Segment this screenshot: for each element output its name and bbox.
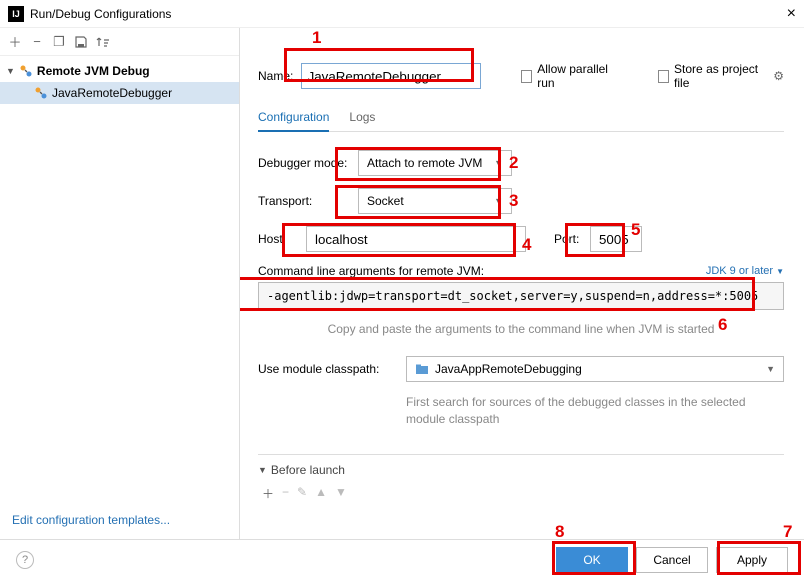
remove-icon: −	[282, 485, 289, 502]
tree-node-remote-jvm[interactable]: ▼ Remote JVM Debug	[0, 60, 239, 82]
gear-icon[interactable]: ⚙	[773, 69, 784, 83]
module-folder-icon	[415, 362, 429, 376]
debugger-mode-value: Attach to remote JVM	[367, 156, 482, 170]
transport-value: Socket	[367, 194, 404, 208]
help-icon[interactable]: ?	[16, 551, 34, 569]
tree-node-java-remote-debugger[interactable]: JavaRemoteDebugger	[0, 82, 239, 104]
name-label: Name:	[258, 69, 301, 83]
before-launch-label: Before launch	[271, 463, 345, 477]
module-classpath-value: JavaAppRemoteDebugging	[435, 362, 582, 376]
chevron-down-icon: ▼	[776, 267, 784, 276]
before-launch-toolbar: ＋ − ✎ ▲ ▼	[258, 481, 784, 506]
up-icon: ▲	[315, 485, 327, 502]
tree-node-label: Remote JVM Debug	[37, 64, 150, 78]
edit-icon: ✎	[297, 485, 307, 502]
config-tree: ▼ Remote JVM Debug JavaRemoteDebugger	[0, 56, 239, 501]
main-panel: Name: Allow parallel run Store as projec…	[240, 28, 804, 539]
expand-icon[interactable]: ▼	[6, 66, 15, 76]
cmdline-field[interactable]: -agentlib:jdwp=transport=dt_socket,serve…	[258, 282, 784, 310]
copy-icon[interactable]: ❐	[52, 35, 66, 49]
tab-configuration[interactable]: Configuration	[258, 104, 329, 132]
tab-logs[interactable]: Logs	[349, 104, 375, 131]
apply-button[interactable]: Apply	[716, 547, 788, 573]
cmdline-label: Command line arguments for remote JVM:	[258, 264, 484, 278]
chevron-down-icon: ▼	[766, 364, 775, 374]
remote-jvm-icon	[19, 64, 33, 78]
host-label: Host:	[258, 232, 306, 246]
chevron-down-icon: ▼	[494, 158, 503, 168]
save-icon[interactable]	[74, 35, 88, 49]
remove-icon[interactable]: −	[30, 35, 44, 49]
add-icon[interactable]: ＋	[262, 485, 274, 502]
annotation-num-1: 1	[312, 28, 321, 48]
port-input[interactable]	[590, 226, 642, 252]
app-icon: IJ	[8, 6, 24, 22]
tabs: Configuration Logs	[258, 104, 784, 132]
transport-select[interactable]: Socket ▼	[358, 188, 512, 214]
tree-node-label: JavaRemoteDebugger	[52, 86, 172, 100]
transport-label: Transport:	[258, 194, 358, 208]
sidebar: ＋ − ❐ ▼ Remote JVM Debug Java	[0, 28, 240, 539]
sidebar-toolbar: ＋ − ❐	[0, 28, 239, 56]
allow-parallel-label: Allow parallel run	[537, 62, 617, 90]
edit-templates-link[interactable]: Edit configuration templates...	[0, 501, 239, 539]
store-as-file-label: Store as project file	[674, 62, 762, 90]
host-input[interactable]	[306, 226, 526, 252]
divider	[258, 454, 784, 455]
window-title: Run/Debug Configurations	[30, 7, 787, 21]
jdk-version-select[interactable]: JDK 9 or later ▼	[706, 265, 784, 277]
cancel-button[interactable]: Cancel	[636, 547, 708, 573]
module-classpath-select[interactable]: JavaAppRemoteDebugging ▼	[406, 356, 784, 382]
sort-icon[interactable]	[96, 35, 110, 49]
expand-icon[interactable]: ▼	[258, 465, 267, 475]
dialog-footer: ? OK Cancel Apply	[0, 539, 804, 579]
remote-jvm-icon	[34, 86, 48, 100]
title-bar: IJ Run/Debug Configurations ×	[0, 0, 804, 28]
module-classpath-label: Use module classpath:	[258, 362, 406, 376]
port-label: Port:	[554, 232, 590, 246]
debugger-mode-label: Debugger mode:	[258, 156, 358, 170]
debugger-mode-select[interactable]: Attach to remote JVM ▼	[358, 150, 512, 176]
allow-parallel-checkbox[interactable]	[521, 70, 533, 83]
add-icon[interactable]: ＋	[8, 35, 22, 49]
close-icon[interactable]: ×	[787, 5, 796, 23]
name-input[interactable]	[301, 63, 481, 89]
down-icon: ▼	[335, 485, 347, 502]
chevron-down-icon: ▼	[494, 196, 503, 206]
module-classpath-hint: First search for sources of the debugged…	[406, 394, 784, 428]
store-as-file-checkbox[interactable]	[658, 70, 669, 83]
ok-button[interactable]: OK	[556, 547, 628, 573]
cmdline-hint: Copy and paste the arguments to the comm…	[258, 322, 784, 336]
